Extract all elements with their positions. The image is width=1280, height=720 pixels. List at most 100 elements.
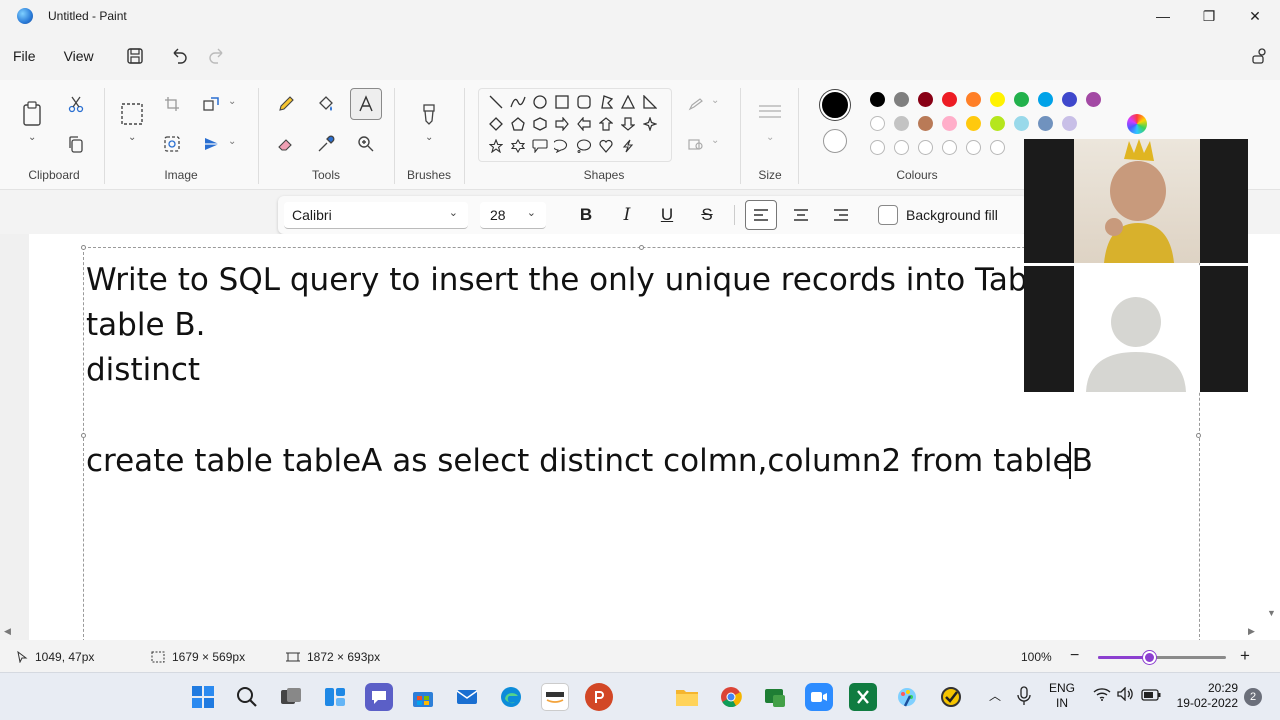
colour-swatch[interactable] — [1062, 92, 1077, 107]
custom-colour-slot[interactable] — [870, 140, 885, 155]
select-dropdown-icon[interactable]: ⌄ — [128, 132, 136, 143]
colour-swatch[interactable] — [942, 116, 957, 131]
five-point-star-shape-icon[interactable] — [486, 136, 506, 156]
colour-swatch[interactable] — [990, 92, 1005, 107]
colour-swatch[interactable] — [918, 92, 933, 107]
store-icon[interactable] — [409, 683, 437, 711]
zoom-out-button[interactable]: − — [1070, 647, 1079, 665]
battery-icon[interactable] — [1141, 688, 1161, 706]
resize-icon[interactable] — [196, 88, 228, 120]
diamond-shape-icon[interactable] — [486, 114, 506, 134]
scroll-left-icon[interactable]: ◀ — [4, 626, 11, 637]
colour-swatch[interactable] — [1014, 116, 1029, 131]
lightning-shape-icon[interactable] — [618, 136, 638, 156]
colour-swatch[interactable] — [918, 116, 933, 131]
rotate-dropdown-icon[interactable]: ⌄ — [228, 136, 236, 147]
rectangle-shape-icon[interactable] — [552, 92, 572, 112]
colour-1-swatch[interactable] — [820, 90, 850, 120]
restore-button[interactable]: ❐ — [1186, 0, 1232, 32]
minimize-button[interactable]: — — [1140, 0, 1186, 32]
custom-colour-slot[interactable] — [990, 140, 1005, 155]
align-right-button[interactable] — [825, 200, 857, 230]
colour-swatch[interactable] — [1086, 92, 1101, 107]
copy-icon[interactable] — [60, 128, 92, 160]
crop-icon[interactable] — [156, 88, 188, 120]
left-arrow-shape-icon[interactable] — [574, 114, 594, 134]
resize-dropdown-icon[interactable]: ⌄ — [228, 96, 236, 107]
amazon-icon[interactable] — [541, 683, 569, 711]
heart-shape-icon[interactable] — [596, 136, 616, 156]
teams-chat-icon[interactable] — [365, 683, 393, 711]
scroll-down-icon[interactable]: ▼ — [1267, 608, 1276, 618]
font-family-select[interactable]: Calibri ⌄ — [284, 202, 468, 229]
colour-swatch[interactable] — [870, 116, 885, 131]
custom-colour-slot[interactable] — [894, 140, 909, 155]
paste-dropdown-icon[interactable]: ⌄ — [28, 132, 36, 143]
start-icon[interactable] — [189, 683, 217, 711]
save-icon[interactable] — [121, 42, 149, 70]
chrome-icon[interactable] — [717, 683, 745, 711]
colour-swatch[interactable] — [1038, 92, 1053, 107]
right-arrow-shape-icon[interactable] — [552, 114, 572, 134]
pencil-icon[interactable] — [270, 88, 302, 120]
resize-handle[interactable] — [81, 433, 86, 438]
tray-overflow-icon[interactable]: ︿ — [989, 687, 1001, 704]
four-point-star-shape-icon[interactable] — [640, 114, 660, 134]
select-icon[interactable] — [116, 98, 148, 130]
cut-icon[interactable] — [60, 88, 92, 120]
rotate-icon[interactable] — [196, 128, 228, 160]
curve-shape-icon[interactable] — [508, 92, 528, 112]
size-icon[interactable] — [754, 96, 786, 128]
line-shape-icon[interactable] — [486, 92, 506, 112]
rounded-rectangle-shape-icon[interactable] — [574, 92, 594, 112]
colour-swatch[interactable] — [966, 116, 981, 131]
undo-icon[interactable] — [165, 42, 193, 70]
resize-handle[interactable] — [81, 245, 86, 250]
task-view-icon[interactable] — [277, 683, 305, 711]
brush-dropdown-icon[interactable]: ⌄ — [425, 132, 433, 143]
zoom-in-button[interactable]: + — [1240, 646, 1250, 666]
align-center-button[interactable] — [785, 200, 817, 230]
triangle-shape-icon[interactable] — [618, 92, 638, 112]
wifi-icon[interactable] — [1093, 687, 1111, 706]
colour-swatch[interactable] — [894, 116, 909, 131]
language-indicator[interactable]: ENG IN — [1049, 681, 1075, 711]
paint-taskbar-icon[interactable] — [893, 683, 921, 711]
redo-icon[interactable] — [203, 42, 231, 70]
notification-badge[interactable]: 2 — [1244, 688, 1262, 706]
colour-swatch[interactable] — [942, 92, 957, 107]
custom-colour-slot[interactable] — [942, 140, 957, 155]
callout-oval-shape-icon[interactable] — [552, 136, 572, 156]
hexagon-shape-icon[interactable] — [530, 114, 550, 134]
polygon-shape-icon[interactable] — [596, 92, 616, 112]
zoom-app-icon[interactable] — [805, 683, 833, 711]
outline-icon[interactable] — [686, 94, 706, 114]
colour-swatch[interactable] — [870, 92, 885, 107]
background-fill-toggle[interactable]: Background fill — [878, 205, 998, 225]
font-size-select[interactable]: 28 ⌄ — [480, 202, 546, 229]
background-fill-checkbox[interactable] — [878, 205, 898, 225]
colour-swatch[interactable] — [894, 92, 909, 107]
shape-fill-icon[interactable] — [686, 134, 706, 154]
eraser-icon[interactable] — [270, 128, 302, 160]
image-search-icon[interactable] — [156, 128, 188, 160]
callout-rect-shape-icon[interactable] — [530, 136, 550, 156]
magnifier-icon[interactable] — [350, 128, 382, 160]
projector-app-icon[interactable] — [761, 683, 789, 711]
clock[interactable]: 20:29 19-02-2022 — [1170, 681, 1238, 711]
custom-colour-slot[interactable] — [966, 140, 981, 155]
edge-icon[interactable] — [497, 683, 525, 711]
callout-cloud-shape-icon[interactable] — [574, 136, 594, 156]
zoom-slider[interactable] — [1098, 651, 1226, 664]
fill-dropdown-icon[interactable]: ⌄ — [711, 135, 719, 146]
share-icon[interactable] — [1246, 42, 1274, 70]
right-triangle-shape-icon[interactable] — [640, 92, 660, 112]
brush-icon[interactable] — [413, 98, 445, 130]
bold-button[interactable]: B — [570, 200, 602, 230]
zoom-slider-thumb[interactable] — [1143, 651, 1157, 664]
text-tool-icon[interactable] — [350, 88, 382, 120]
colour-swatch[interactable] — [1062, 116, 1077, 131]
menu-view[interactable]: View — [57, 48, 101, 64]
paste-icon[interactable] — [16, 98, 48, 130]
excel-icon[interactable] — [849, 683, 877, 711]
